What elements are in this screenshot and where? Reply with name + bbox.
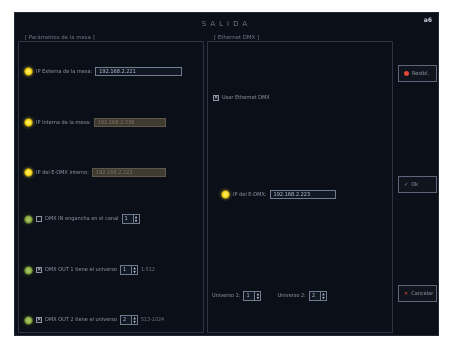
output-settings-window: SALIDA a6 [ Parámetros de la mesa ] IP E… — [14, 12, 439, 336]
universe2-label: Universo 2: — [277, 293, 306, 299]
dmx-out2-row: ✕ DMX OUT 2 tiene el universo 2 ▲ ▼ 513-1… — [21, 312, 165, 328]
dmx-in-row: DMX IN engancha en el canal 1 ▲ ▼ — [21, 211, 140, 227]
ok-button[interactable]: ✓ Ok — [398, 176, 437, 193]
dmx-in-channel-value[interactable]: 1 — [121, 214, 134, 224]
light-bulb-icon — [218, 187, 233, 202]
cancel-button-label: Cancelar — [411, 290, 434, 297]
dmx-out2-range: 513-1024 — [141, 317, 165, 323]
reset-icon — [404, 71, 409, 76]
dmx-out2-checkbox[interactable]: ✕ — [36, 317, 42, 323]
light-bulb-icon — [21, 312, 36, 328]
dmx-out2-universe-value[interactable]: 2 — [120, 315, 132, 325]
use-ethernet-row: ✕ Usar Ethernet DMX — [213, 95, 270, 101]
edmx-ip-field[interactable]: 192.168.2.223 — [269, 190, 336, 199]
universe1-spinner[interactable]: 1 ▲ ▼ — [243, 291, 262, 301]
spinner-arrows[interactable]: ▲ ▼ — [320, 291, 327, 301]
arrow-down-icon[interactable]: ▼ — [255, 296, 260, 300]
internal-ip-label: IP Interna de la mesa: — [36, 119, 91, 126]
universe2-value[interactable]: 2 — [308, 291, 321, 301]
universe1-label: Universo 1: — [212, 293, 241, 299]
spinner-arrows[interactable]: ▲ ▼ — [133, 214, 140, 224]
reset-button-label: Restbl. — [412, 70, 430, 77]
corner-label: a6 — [423, 17, 432, 24]
light-bulb-icon — [21, 64, 36, 79]
spinner-arrows[interactable]: ▲ ▼ — [132, 265, 138, 275]
universe-row: Universo 1: 1 ▲ ▼ Universo 2: 2 ▲ ▼ — [212, 291, 327, 301]
light-bulb-icon — [21, 165, 36, 180]
arrow-down-icon[interactable]: ▼ — [132, 270, 137, 274]
edmx-internal-field: 192.168.2.222 — [91, 168, 166, 177]
edmx-internal-label: IP del E-DMX interno: — [36, 169, 89, 176]
spinner-arrows[interactable]: ▲ ▼ — [132, 315, 138, 325]
dmx-out1-universe-value[interactable]: 1 — [120, 265, 132, 275]
dmx-in-checkbox[interactable] — [36, 216, 42, 222]
external-ip-row: IP Externa de la mesa: 192.168.2.221 — [21, 64, 183, 79]
dmx-out1-checkbox[interactable]: ✕ — [36, 267, 42, 273]
dmx-out2-label: DMX OUT 2 tiene el universo — [45, 317, 117, 323]
use-ethernet-label: Usar Ethernet DMX — [222, 95, 270, 101]
dmx-out1-row: ✕ DMX OUT 1 tiene el universo 1 ▲ ▼ 1-512 — [21, 262, 155, 278]
dmx-out1-universe-spinner[interactable]: 1 ▲ ▼ — [120, 265, 138, 275]
edmx-internal-row: IP del E-DMX interno: 192.168.2.222 — [21, 165, 166, 180]
reset-button[interactable]: Restbl. — [398, 65, 437, 82]
universe2-spinner[interactable]: 2 ▲ ▼ — [308, 291, 327, 301]
spinner-arrows[interactable]: ▲ ▼ — [255, 291, 262, 301]
arrow-down-icon[interactable]: ▼ — [132, 320, 137, 324]
edmx-ip-label: IP del E-DMX: — [233, 191, 267, 198]
universe1-value[interactable]: 1 — [243, 291, 256, 301]
edmx-ip-row: IP del E-DMX: 192.168.2.223 — [218, 187, 336, 202]
dmx-in-label: DMX IN engancha en el canal — [45, 216, 119, 222]
ethernet-dmx-panel: [ Ethernet DMX ] ✕ Usar Ethernet DMX IP … — [207, 35, 393, 333]
arrow-down-icon[interactable]: ▼ — [134, 219, 139, 223]
ethernet-dmx-label: [ Ethernet DMX ] — [212, 35, 262, 41]
check-icon: ✓ — [404, 181, 409, 188]
internal-ip-field: 192.168.2.338 — [93, 118, 166, 127]
arrow-down-icon[interactable]: ▼ — [321, 296, 326, 300]
internal-ip-row: IP Interna de la mesa: 192.168.2.338 — [21, 115, 166, 130]
mesa-parameters-panel: [ Parámetros de la mesa ] IP Externa de … — [18, 35, 204, 333]
use-ethernet-checkbox[interactable]: ✕ — [213, 95, 219, 101]
ok-button-label: Ok — [411, 181, 419, 188]
dmx-in-channel-spinner[interactable]: 1 ▲ ▼ — [121, 214, 140, 224]
light-bulb-icon — [21, 115, 36, 130]
close-icon: ✕ — [404, 290, 409, 297]
external-ip-label: IP Externa de la mesa: — [36, 68, 93, 75]
light-bulb-icon — [21, 262, 36, 278]
window-title: SALIDA — [201, 20, 252, 28]
dmx-out1-label: DMX OUT 1 tiene el universo — [45, 267, 117, 273]
dmx-out1-range: 1-512 — [141, 267, 155, 273]
cancel-button[interactable]: ✕ Cancelar — [398, 285, 437, 302]
light-bulb-icon — [21, 211, 36, 227]
external-ip-field[interactable]: 192.168.2.221 — [95, 67, 183, 76]
mesa-parameters-label: [ Parámetros de la mesa ] — [23, 35, 97, 41]
dmx-out2-universe-spinner[interactable]: 2 ▲ ▼ — [120, 315, 138, 325]
